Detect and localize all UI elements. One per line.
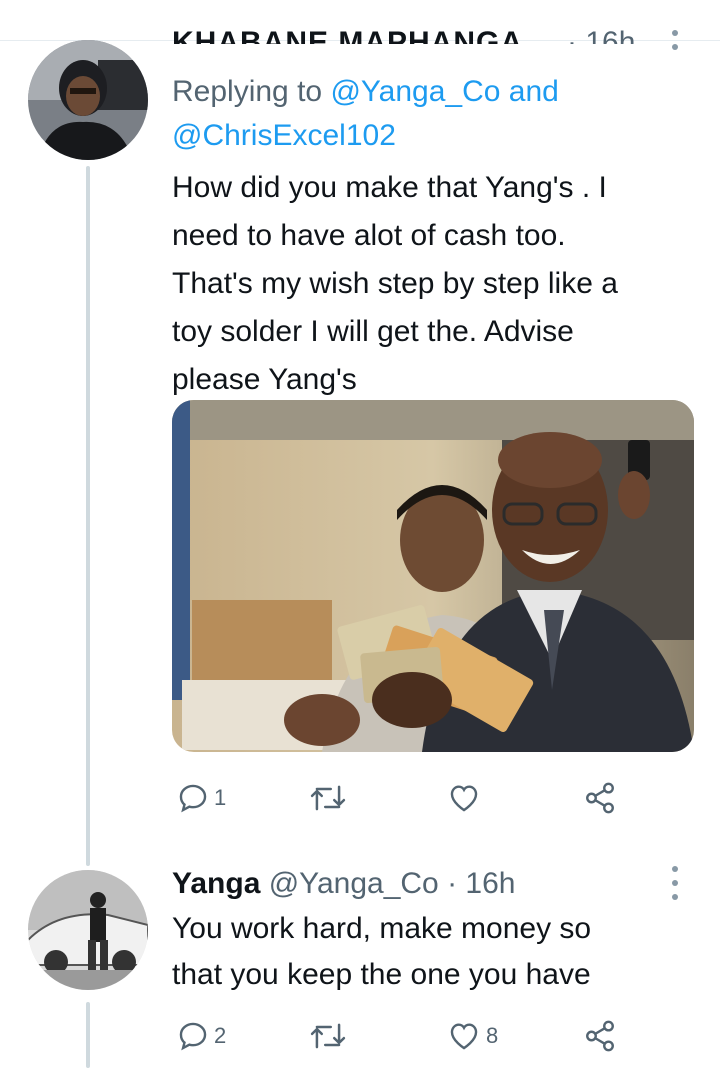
avatar-photo — [28, 870, 148, 990]
mention-and[interactable]: and — [509, 75, 559, 108]
tweet2-text-line: that you keep the one you have — [172, 958, 591, 991]
tweet1-text-line: need to have alot of cash too. — [172, 219, 566, 252]
avatar-photo — [28, 40, 148, 160]
media-photo — [172, 400, 694, 752]
tweet1-text-line: How did you make that Yang's . I — [172, 171, 607, 204]
tweet2-like-count: 8 — [486, 1023, 499, 1048]
share-icon — [586, 782, 614, 814]
share-icon — [586, 1020, 614, 1052]
like-icon — [450, 1023, 478, 1050]
tweet1-share-button[interactable] — [582, 778, 618, 818]
tweet2-share-button[interactable] — [582, 1016, 618, 1056]
mention-chrisexcel[interactable]: @ChrisExcel102 — [172, 119, 396, 152]
thread-connector-line — [86, 166, 90, 866]
mention-yanga[interactable]: @Yanga_Co — [330, 75, 500, 108]
replying-to: Replying to @Yanga_Co and @ChrisExcel102 — [172, 70, 702, 158]
tweet1-text-line: please Yang's — [172, 363, 357, 396]
tweet2-reply-button[interactable]: 2 — [176, 1016, 226, 1056]
retweet-icon — [310, 785, 346, 811]
tweet1-more-icon[interactable] — [670, 30, 680, 50]
tweet2-more-icon[interactable] — [670, 866, 680, 900]
tweet2-text-line: You work hard, make money so — [172, 912, 592, 945]
tweet1-header: KHABANE MAPHANGA · 16h — [172, 14, 712, 45]
tweet2-reply-count: 2 — [214, 1023, 227, 1048]
tweet1-timestamp[interactable]: · 16h — [567, 28, 635, 45]
tweet2-like-button[interactable]: 8 — [446, 1016, 498, 1056]
tweet1-text-line: That's my wish step by step like a — [172, 267, 618, 300]
tweet2-timestamp[interactable]: 16h — [465, 867, 515, 900]
tweet1-reply-button[interactable]: 1 — [176, 778, 226, 818]
tweet2-text: You work hard, make money so that you ke… — [172, 906, 702, 998]
reply-icon — [179, 784, 207, 813]
tweet2-separator: · — [447, 867, 458, 900]
tweet1-avatar[interactable] — [28, 40, 148, 160]
tweet1-text-line: toy solder I will get the. Advise — [172, 315, 574, 348]
tweet2-avatar[interactable] — [28, 870, 148, 990]
tweet1-reply-count: 1 — [214, 785, 227, 810]
tweet2-header: Yanga @Yanga_Co · 16h — [172, 864, 515, 904]
tweet2-handle[interactable]: @Yanga_Co — [269, 867, 439, 900]
tweet1-media-image[interactable] — [172, 400, 694, 752]
tweet2-action-bar: 2 8 — [172, 1016, 692, 1056]
tweet2-retweet-button[interactable] — [310, 1016, 350, 1056]
reply-icon — [179, 1022, 207, 1051]
tweet1-action-bar: 1 — [172, 778, 692, 818]
thread-connector-line-2 — [86, 1002, 90, 1068]
tweet1-author-name[interactable]: KHABANE MAPHANGA — [172, 28, 523, 45]
retweet-icon — [310, 1023, 346, 1049]
tweet1-like-button[interactable] — [446, 778, 486, 818]
replying-to-label: Replying to — [172, 75, 323, 108]
tweet1-retweet-button[interactable] — [310, 778, 350, 818]
like-icon — [450, 785, 478, 812]
tweet2-display-name[interactable]: Yanga — [172, 867, 260, 900]
tweet1-text: How did you make that Yang's . I need to… — [172, 164, 702, 404]
